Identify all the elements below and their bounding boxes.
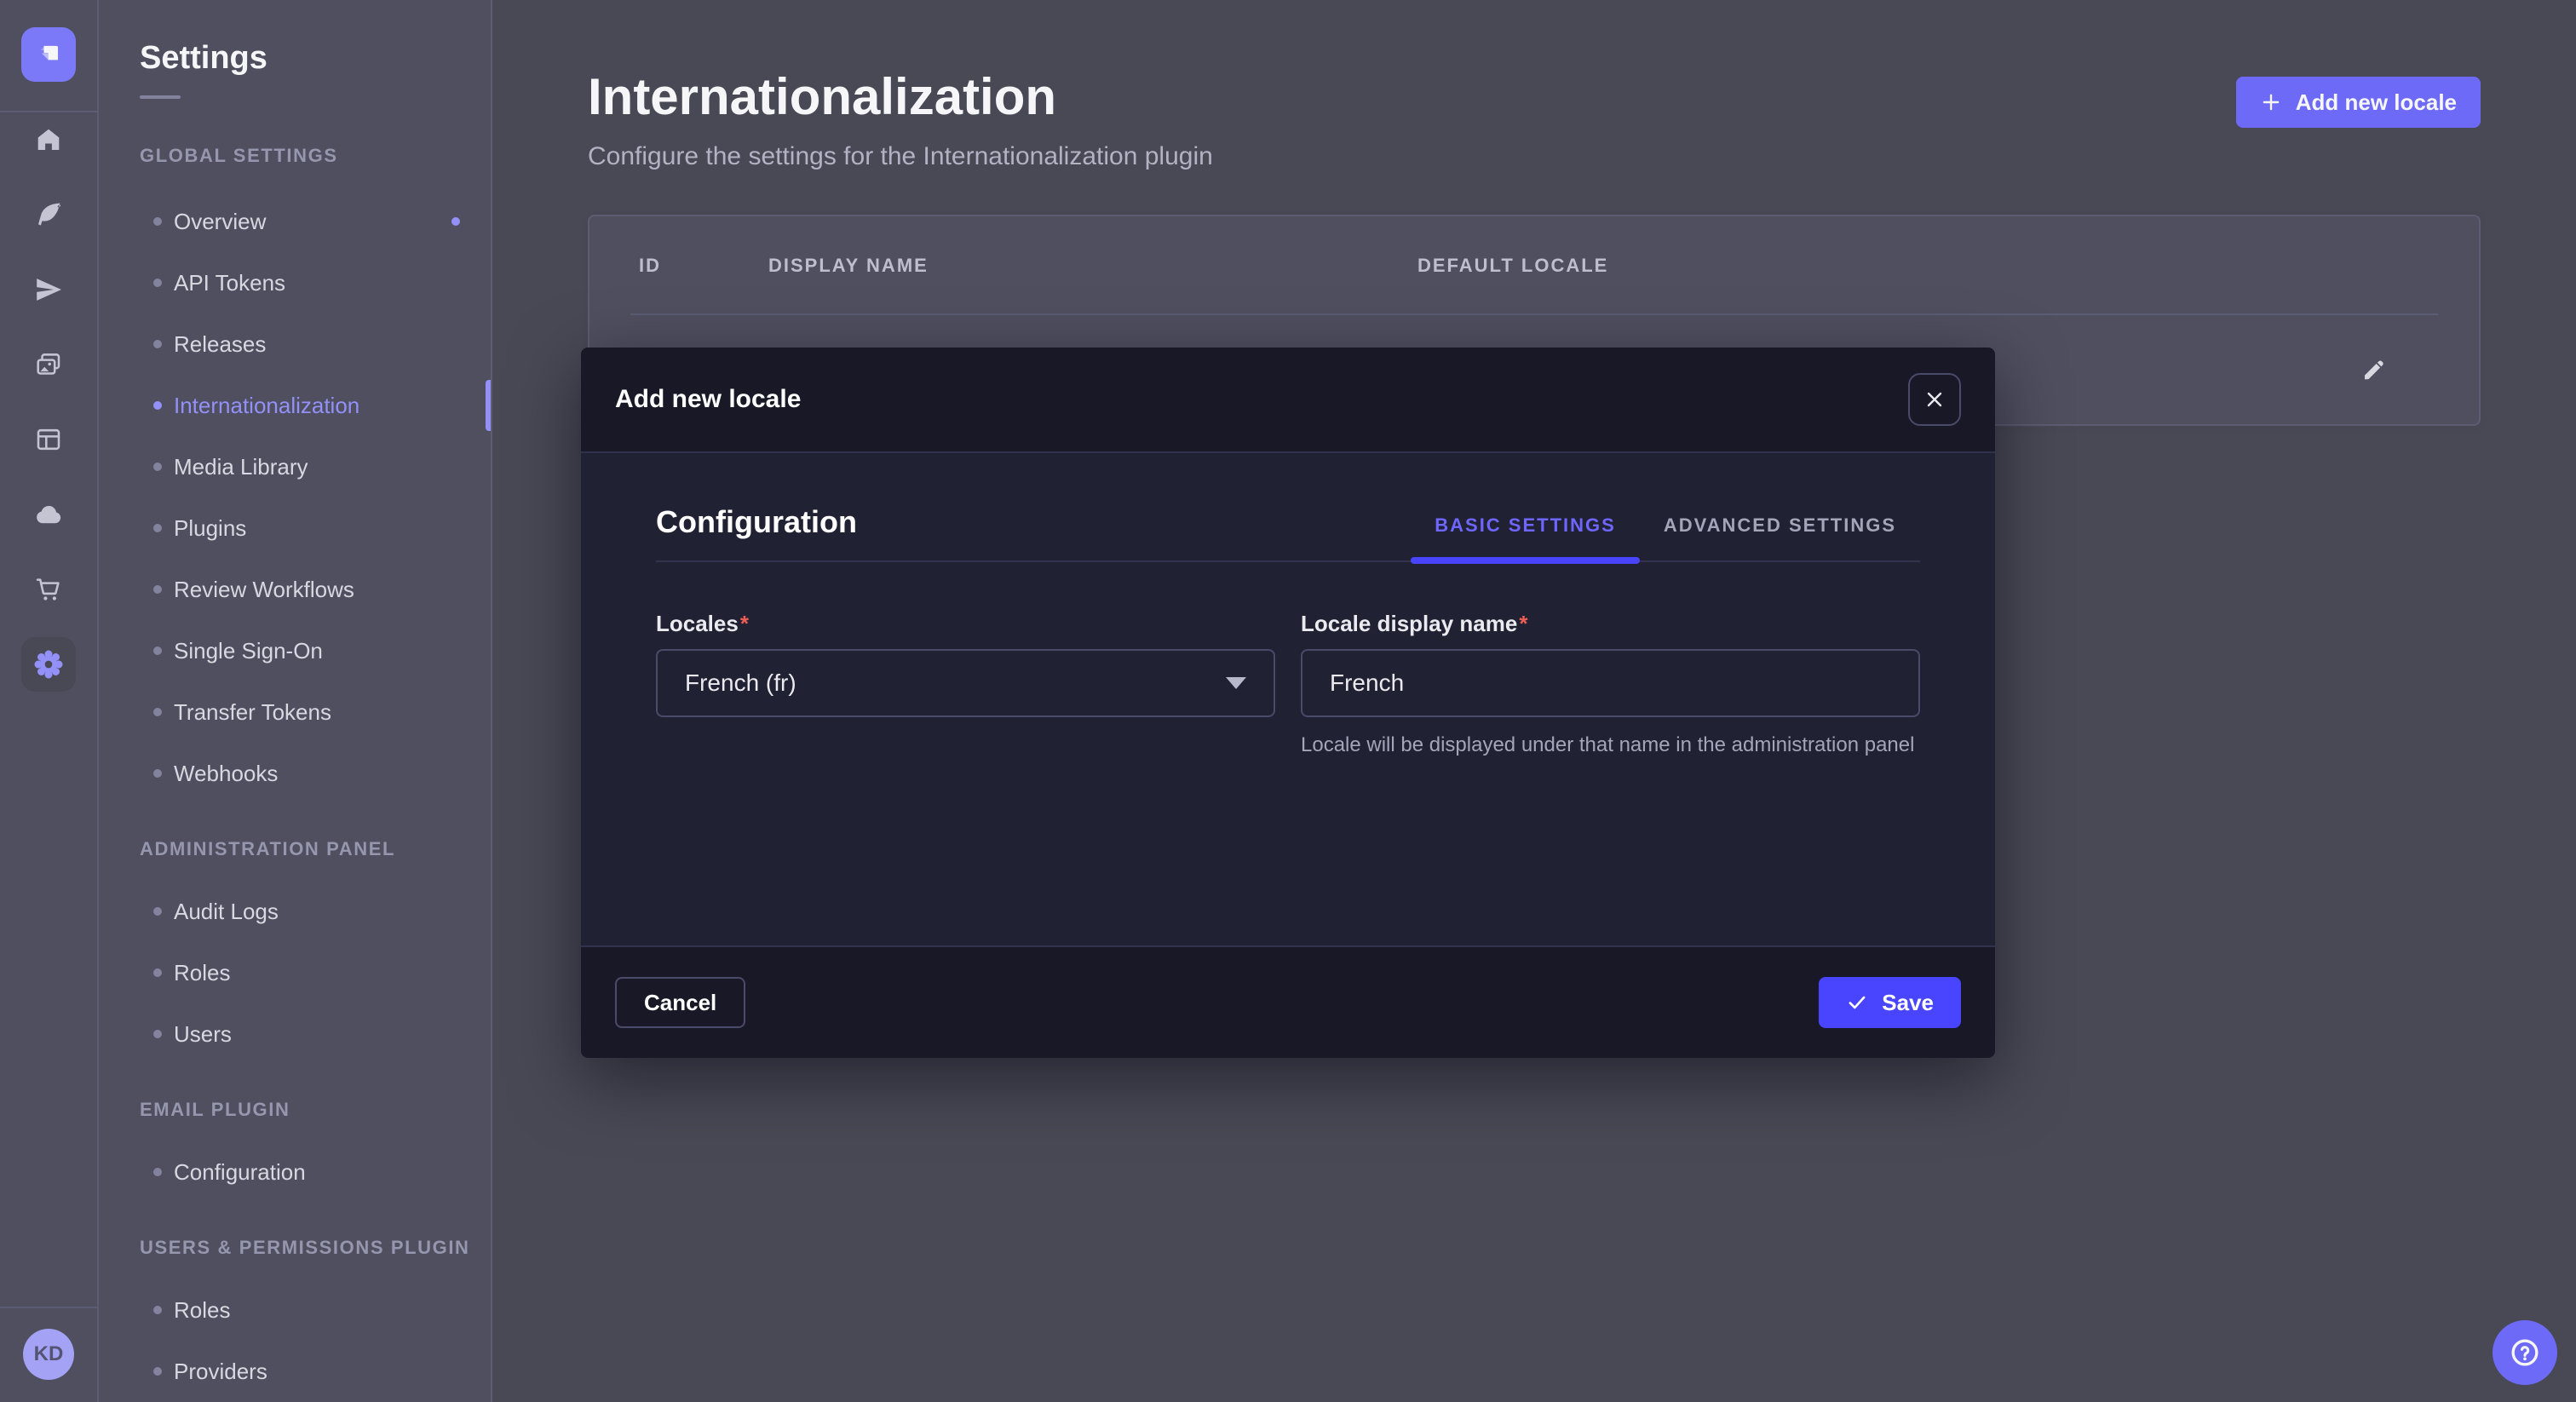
app-window: KD Settings GLOBAL SETTINGS Overview API… [0, 0, 2576, 1402]
save-button-label: Save [1882, 990, 1934, 1016]
display-name-label: Locale display name* [1301, 610, 1920, 637]
locales-field: Locales* French (fr) [656, 610, 1275, 780]
cancel-button[interactable]: Cancel [615, 977, 745, 1028]
locales-select-value: French (fr) [685, 669, 1226, 697]
configuration-header-row: Configuration BASIC SETTINGS ADVANCED SE… [656, 504, 1920, 562]
tab-basic-settings[interactable]: BASIC SETTINGS [1411, 514, 1640, 560]
display-name-input[interactable] [1301, 649, 1920, 717]
required-asterisk: * [740, 611, 749, 636]
form-fields: Locales* French (fr) Locale display name… [656, 610, 1920, 780]
modal-body: Configuration BASIC SETTINGS ADVANCED SE… [581, 453, 1995, 945]
chevron-down-icon [1226, 677, 1246, 689]
display-name-label-text: Locale display name [1301, 611, 1517, 636]
locales-select[interactable]: French (fr) [656, 649, 1275, 717]
settings-tabs: BASIC SETTINGS ADVANCED SETTINGS [1411, 514, 1920, 560]
modal-footer: Cancel Save [581, 945, 1995, 1058]
close-button[interactable] [1908, 373, 1961, 426]
display-name-hint: Locale will be displayed under that name… [1301, 731, 1920, 760]
locales-label: Locales* [656, 610, 1275, 637]
close-icon [1924, 389, 1945, 410]
display-name-field: Locale display name* Locale will be disp… [1301, 610, 1920, 780]
modal-title: Add new locale [615, 385, 801, 414]
save-button[interactable]: Save [1819, 977, 1961, 1028]
add-locale-modal: Add new locale Configuration BASIC SETTI… [581, 348, 1995, 1058]
check-icon [1846, 991, 1868, 1014]
required-asterisk: * [1519, 611, 1527, 636]
configuration-title: Configuration [656, 504, 857, 540]
modal-header: Add new locale [581, 348, 1995, 453]
locales-label-text: Locales [656, 611, 739, 636]
tab-advanced-settings[interactable]: ADVANCED SETTINGS [1640, 514, 1920, 560]
